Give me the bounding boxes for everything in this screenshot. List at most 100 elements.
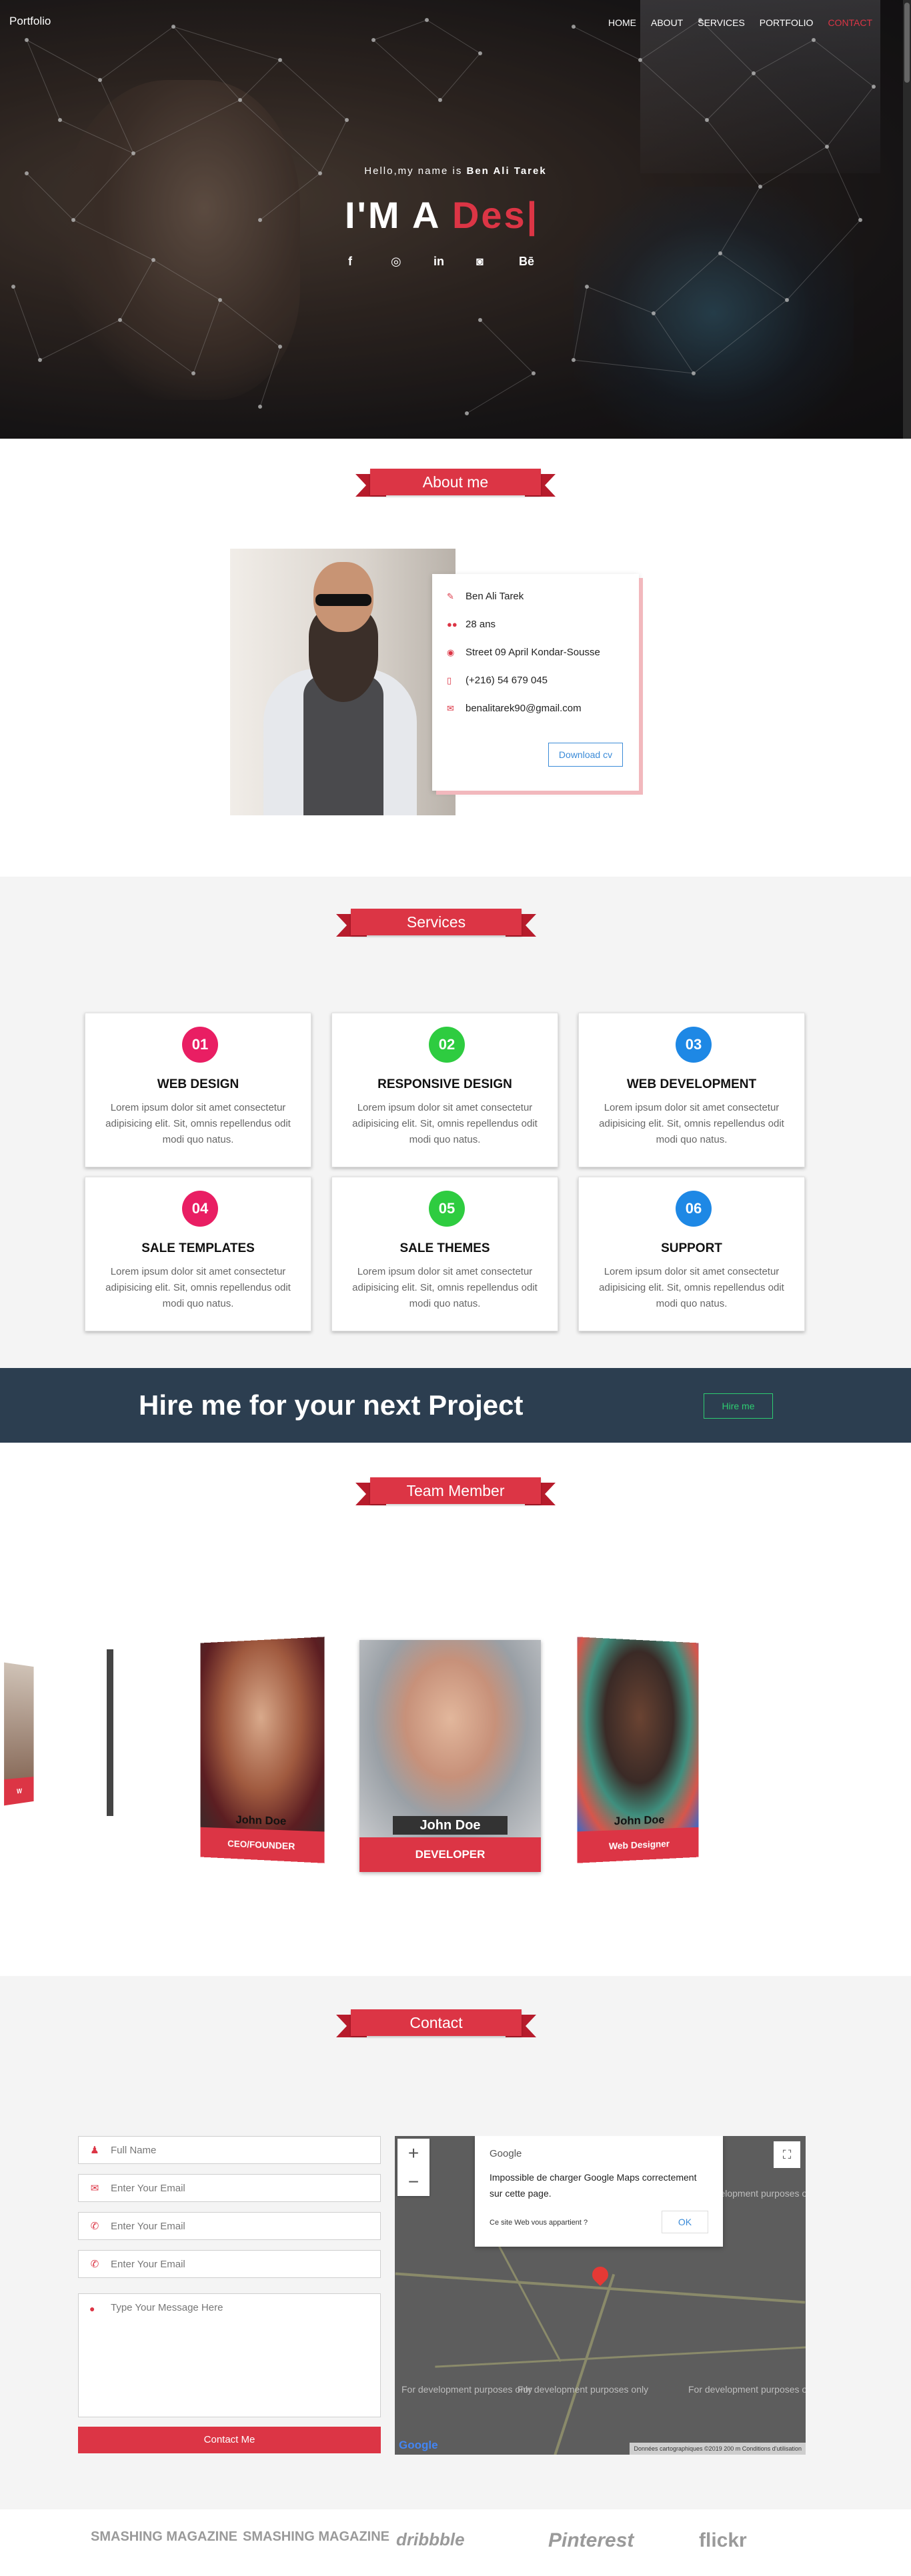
facebook-icon[interactable]: f	[348, 255, 391, 269]
zoom-out-icon[interactable]: −	[397, 2167, 429, 2196]
service-number: 06	[676, 1191, 712, 1227]
page: Portfolio HOME ABOUT SERVICES PORTFOLIO …	[0, 0, 911, 2576]
team-card[interactable]: John Doe CEO/FOUNDER	[201, 1637, 325, 1863]
nav-item-services[interactable]: SERVICES	[698, 17, 745, 28]
dribbble-logo: dribbble	[396, 2529, 465, 2550]
user-icon: ♟	[79, 2144, 111, 2156]
fullscreen-icon[interactable]: ⛶	[774, 2141, 800, 2168]
service-text: Lorem ipsum dolor sit amet consectetur a…	[104, 1264, 292, 1312]
service-number: 01	[182, 1027, 218, 1063]
contact-title: Contact	[351, 2009, 522, 2036]
team-photo	[577, 1637, 698, 1835]
message-textarea[interactable]: ● Type Your Message Here	[78, 2293, 381, 2417]
contact-ribbon: Contact	[336, 2008, 536, 2041]
services-ribbon: Services	[336, 907, 536, 941]
service-text: Lorem ipsum dolor sit amet consectetur a…	[598, 1264, 786, 1312]
service-card[interactable]: 04 SALE TEMPLATES Lorem ipsum dolor sit …	[85, 1177, 311, 1331]
about-section: About me ✎ Ben Ali Tarek ●● 28 ans ◉ Street…	[0, 439, 911, 877]
pinterest-logo: Pinterest	[548, 2529, 634, 2552]
hire-me-button[interactable]: Hire me	[704, 1393, 773, 1419]
team-title: Team Member	[370, 1477, 541, 1504]
team-role: Web Designer	[577, 1827, 698, 1863]
nav-item-home[interactable]: HOME	[608, 17, 636, 28]
service-text: Lorem ipsum dolor sit amet consectetur a…	[104, 1100, 292, 1148]
team-role: DEVELOPER	[359, 1837, 541, 1872]
map-error-dialog: Google Impossible de charger Google Maps…	[475, 2136, 723, 2247]
team-photo	[201, 1637, 325, 1835]
about-row-email: ✉ benalitarek90@gmail.com	[447, 703, 582, 714]
map-zoom-control: + −	[397, 2139, 429, 2196]
nav-item-portfolio[interactable]: PORTFOLIO	[760, 17, 814, 28]
team-card-edge-label: w	[4, 1777, 33, 1805]
team-photo	[359, 1640, 541, 1837]
nav-brand[interactable]: Portfolio	[9, 15, 51, 28]
hero-title: I'M A Des|	[345, 193, 539, 237]
users-icon: ●●	[447, 619, 466, 629]
map-marker-icon: ◉	[447, 647, 466, 658]
team-card[interactable]: John Doe DEVELOPER	[359, 1640, 541, 1872]
service-card[interactable]: 05 SALE THEMES Lorem ipsum dolor sit ame…	[331, 1177, 558, 1331]
services-title: Services	[351, 909, 522, 935]
phone-field[interactable]: ✆ Enter Your Email	[78, 2212, 381, 2240]
team-card-edge-left[interactable]: w	[4, 1663, 33, 1806]
envelope-icon: ✉	[79, 2182, 111, 2194]
message-placeholder: Type Your Message Here	[111, 2302, 223, 2313]
email-field[interactable]: ✉ Enter Your Email	[78, 2174, 381, 2202]
flickr-logo: flickr	[699, 2529, 747, 2552]
download-cv-button[interactable]: Download cv	[548, 743, 623, 767]
service-card[interactable]: 01 WEB DESIGN Lorem ipsum dolor sit amet…	[85, 1013, 311, 1167]
scrollbar-thumb[interactable]	[904, 3, 910, 83]
team-card-edge-thin[interactable]	[107, 1649, 113, 1816]
about-photo	[230, 549, 455, 815]
dialog-ok-button[interactable]: OK	[662, 2211, 708, 2233]
hire-banner: Hire me for your next Project Hire me	[0, 1368, 911, 1443]
service-card[interactable]: 02 RESPONSIVE DESIGN Lorem ipsum dolor s…	[331, 1013, 558, 1167]
about-card: ✎ Ben Ali Tarek ●● 28 ans ◉ Street 09 April…	[432, 574, 639, 791]
service-card[interactable]: 06 SUPPORT Lorem ipsum dolor sit amet co…	[578, 1177, 805, 1331]
service-card[interactable]: 03 WEB DEVELOPMENT Lorem ipsum dolor sit…	[578, 1013, 805, 1167]
team-name: John Doe	[393, 1816, 508, 1835]
service-title: WEB DESIGN	[85, 1077, 311, 1092]
service-number: 03	[676, 1027, 712, 1063]
about-row-age: ●● 28 ans	[447, 619, 496, 630]
nav-item-about[interactable]: ABOUT	[651, 17, 683, 28]
team-card[interactable]: John Doe Web Designer	[577, 1637, 698, 1863]
service-title: WEB DEVELOPMENT	[579, 1077, 804, 1092]
team-ribbon: Team Member	[355, 1476, 556, 1509]
github-icon[interactable]: ◙	[476, 255, 519, 269]
full-name-field[interactable]: ♟ Full Name	[78, 2136, 381, 2164]
service-number: 04	[182, 1191, 218, 1227]
service-text: Lorem ipsum dolor sit amet consectetur a…	[351, 1100, 539, 1148]
service-title: SALE TEMPLATES	[85, 1241, 311, 1256]
map-dev-text: For development purposes only	[401, 2384, 532, 2395]
zoom-in-icon[interactable]: +	[397, 2139, 429, 2167]
smashing-logo: SMASHING MAGAZINE	[243, 2529, 389, 2545]
about-email: benalitarek90@gmail.com	[466, 703, 582, 714]
map-dev-text: For development purposes only	[688, 2384, 806, 2395]
service-title: SALE THEMES	[332, 1241, 558, 1256]
dialog-question-link[interactable]: Ce site Web vous appartient ?	[490, 2219, 588, 2227]
phone-icon: ✆	[79, 2258, 111, 2270]
scrollbar[interactable]	[903, 0, 911, 439]
client-logos: SMASHING MAGAZINE SMASHING MAGAZINE drib…	[0, 2509, 911, 2576]
hero-title-typed: Des|	[452, 194, 539, 236]
linkedin-icon[interactable]: in	[433, 255, 476, 269]
envelope-icon: ✉	[447, 703, 466, 714]
service-text: Lorem ipsum dolor sit amet consectetur a…	[351, 1264, 539, 1312]
hero-greeting-prefix: Hello,my name is	[364, 165, 466, 177]
map-marker-icon[interactable]	[589, 2263, 612, 2286]
hire-text: Hire me for your next Project	[139, 1389, 524, 1421]
instagram-icon[interactable]: ◎	[391, 255, 433, 269]
google-map[interactable]: For development purposes only For develo…	[395, 2136, 806, 2455]
hero-greeting-name: Ben Ali Tarek	[467, 165, 547, 177]
map-footer[interactable]: Données cartographiques ©2019 200 m Cond…	[630, 2443, 806, 2455]
nav-item-contact[interactable]: CONTACT	[828, 17, 872, 28]
behance-icon[interactable]: Bē	[519, 255, 562, 269]
about-address: Street 09 April Kondar-Sousse	[466, 647, 600, 658]
contact-me-button[interactable]: Contact Me	[78, 2427, 381, 2453]
about-ribbon: About me	[355, 467, 556, 501]
hero-greeting: Hello,my name is Ben Ali Tarek	[0, 165, 911, 177]
phone-field-2[interactable]: ✆ Enter Your Email	[78, 2250, 381, 2278]
dialog-title: Google	[490, 2148, 522, 2159]
about-phone: (+216) 54 679 045	[466, 675, 548, 686]
